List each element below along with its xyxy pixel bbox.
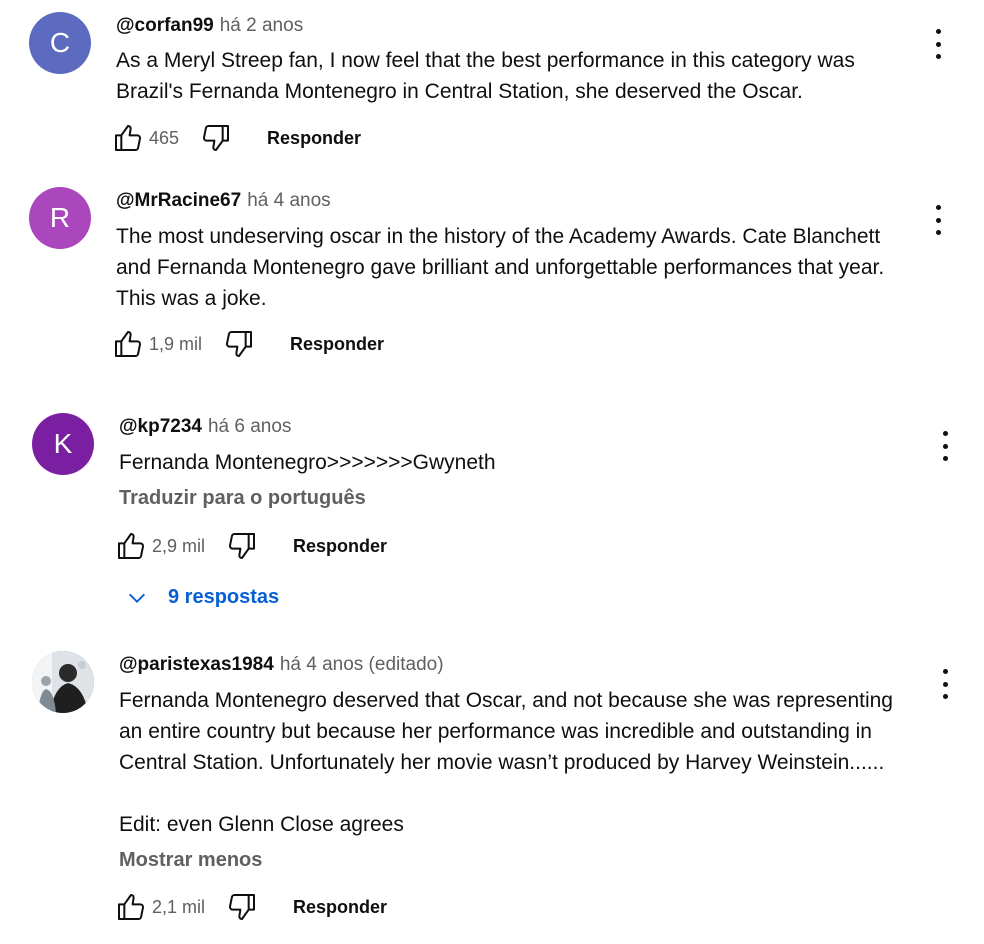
comment-line: This was a joke. xyxy=(116,287,267,310)
avatar[interactable]: R xyxy=(29,187,91,249)
comment-header: @MrRacine67 há 4 anos xyxy=(116,189,331,213)
author-name[interactable]: @corfan99 xyxy=(116,15,214,36)
comment-line: Central Station. Unfortunately her movie… xyxy=(119,751,885,774)
more-options-icon[interactable] xyxy=(933,431,957,461)
replies-label: 9 respostas xyxy=(168,586,280,608)
avatar[interactable] xyxy=(32,651,94,713)
comment-actions: 1,9 mil Responder xyxy=(111,327,384,361)
comment-line: an entire country but because her perfor… xyxy=(119,720,872,743)
more-options-icon[interactable] xyxy=(933,669,957,699)
reply-button[interactable]: Responder xyxy=(293,536,387,557)
avatar[interactable]: K xyxy=(32,413,94,475)
dislike-icon[interactable] xyxy=(199,121,233,155)
reply-button[interactable]: Responder xyxy=(290,334,384,355)
dislike-icon[interactable] xyxy=(222,327,256,361)
chevron-down-icon xyxy=(129,593,145,603)
reply-button[interactable]: Responder xyxy=(267,128,361,149)
comment-header: @paristexas1984 há 4 anos (editado) xyxy=(119,653,444,677)
comment-text: As a Meryl Streep fan, I now feel that t… xyxy=(116,45,855,107)
like-count: 465 xyxy=(149,127,180,148)
profile-photo-icon xyxy=(32,651,94,713)
dislike-icon[interactable] xyxy=(225,890,259,924)
comment-line: Fernanda Montenegro>>>>>>>Gwyneth xyxy=(119,451,496,474)
comment-line: The most undeserving oscar in the histor… xyxy=(116,225,881,248)
timestamp[interactable]: há 4 anos (editado) xyxy=(280,654,444,675)
like-icon[interactable] xyxy=(114,529,148,563)
comment-line: As a Meryl Streep fan, I now feel that t… xyxy=(116,49,855,72)
translate-link[interactable]: Traduzir para o português xyxy=(119,487,366,510)
comment-header: @kp7234 há 6 anos xyxy=(119,415,291,439)
comment-line: and Fernanda Montenegro gave brilliant a… xyxy=(116,256,885,279)
author-name[interactable]: @paristexas1984 xyxy=(119,654,274,675)
comment-line: Brazil's Fernanda Montenegro in Central … xyxy=(116,80,803,103)
dislike-icon[interactable] xyxy=(225,529,259,563)
more-options-icon[interactable] xyxy=(926,29,950,59)
like-icon[interactable] xyxy=(111,121,145,155)
timestamp[interactable]: há 6 anos xyxy=(208,416,291,437)
like-icon[interactable] xyxy=(114,890,148,924)
show-less-link[interactable]: Mostrar menos xyxy=(119,849,262,872)
comment-actions: 465 Responder xyxy=(111,121,361,155)
author-name[interactable]: @MrRacine67 xyxy=(116,190,241,211)
like-icon[interactable] xyxy=(111,327,145,361)
timestamp[interactable]: há 4 anos xyxy=(247,190,330,211)
comment-text: The most undeserving oscar in the histor… xyxy=(116,221,884,314)
like-count: 1,9 mil xyxy=(149,333,203,354)
more-options-icon[interactable] xyxy=(926,205,950,235)
comment-line: Fernanda Montenegro deserved that Oscar,… xyxy=(119,689,893,712)
like-count: 2,1 mil xyxy=(152,896,206,917)
timestamp[interactable]: há 2 anos xyxy=(220,15,303,36)
comment-line: Edit: even Glenn Close agrees xyxy=(119,813,404,836)
reply-button[interactable]: Responder xyxy=(293,897,387,918)
comment-text: Fernanda Montenegro deserved that Oscar,… xyxy=(119,685,893,840)
avatar[interactable]: C xyxy=(29,12,91,74)
author-name[interactable]: @kp7234 xyxy=(119,416,202,437)
comment-header: @corfan99 há 2 anos xyxy=(116,14,303,38)
comment-actions: 2,1 mil Responder xyxy=(114,890,387,924)
comment-line xyxy=(119,778,893,809)
comment-text: Fernanda Montenegro>>>>>>>Gwyneth xyxy=(119,447,496,478)
comment-actions: 2,9 mil Responder xyxy=(114,529,387,563)
like-count: 2,9 mil xyxy=(152,535,206,556)
view-replies-button[interactable]: 9 respostas xyxy=(126,586,279,609)
